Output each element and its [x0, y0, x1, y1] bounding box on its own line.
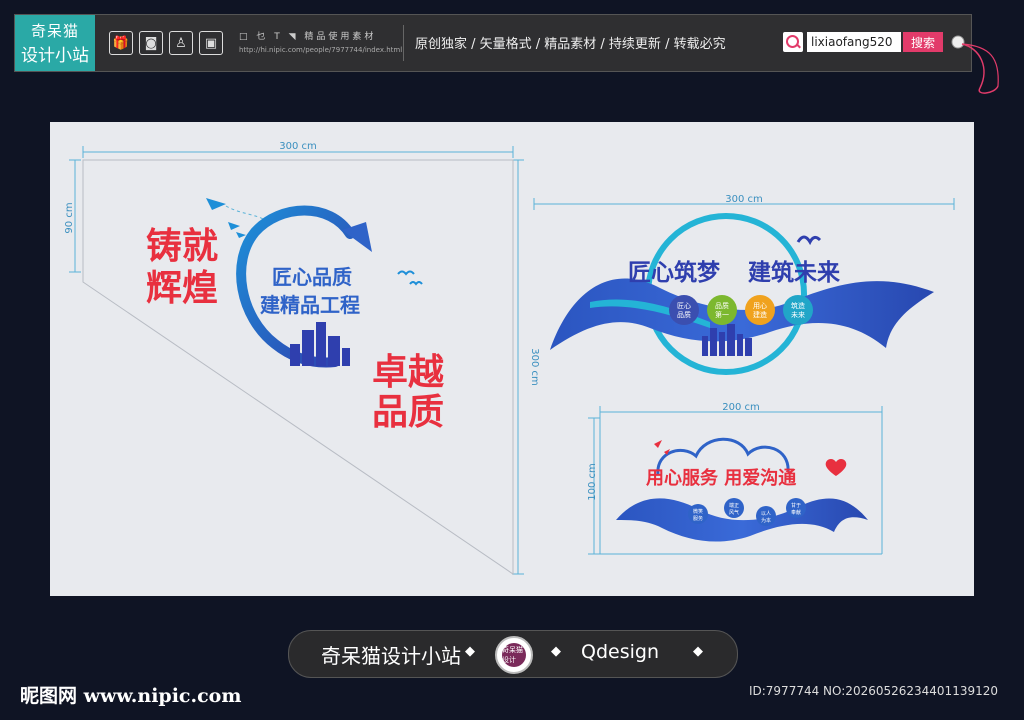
hang-tag-icon [951, 35, 999, 94]
brand-badge-icon: 奇呆猫设计 [495, 636, 533, 674]
pill-qdesign: Qdesign [581, 641, 659, 663]
diamond-icon: ◆ [693, 644, 703, 659]
panel2-badge-3-l2: 建造 [753, 310, 767, 319]
heart-icon [825, 459, 847, 476]
divider [403, 25, 404, 61]
panel2-badge-4-l1: 筑造 [791, 301, 805, 310]
design-artwork: 300 cm 90 cm 300 cm 铸就 辉煌 匠心品质 建精品工程 卓越 … [64, 141, 955, 575]
panel2-bird-icon [796, 235, 822, 246]
mini-label: □ 乜 T ◥ 精品使用素材 [239, 29, 376, 42]
panel3-badge-4-l2: 奉献 [791, 509, 801, 516]
logo-line1: 奇呆猫 [30, 22, 79, 40]
site-watermark[interactable]: 昵图网 www.nipic.com [20, 681, 241, 708]
slogan-left-2: 辉煌 [146, 268, 218, 309]
panel3-badge-3-l1: 以人 [761, 511, 771, 517]
panel1-height2-label: 300 cm [529, 348, 540, 386]
mini-glyphs: □ 乜 T ◥ [239, 32, 299, 42]
panel2-badge-1-l2: 品质 [677, 310, 691, 319]
brand-badge-text: 奇呆猫设计 [502, 643, 526, 667]
tool-icon-row: 🎁 ◙ ♙ ▣ [109, 31, 223, 55]
panel3-badge-3-l2: 为本 [761, 517, 771, 524]
camera-icon[interactable]: ◙ [139, 31, 163, 55]
panel1-width-label: 300 cm [279, 141, 317, 152]
design-canvas: 300 cm 90 cm 300 cm 铸就 辉煌 匠心品质 建精品工程 卓越 … [50, 122, 974, 596]
gift-icon[interactable]: 🎁 [109, 31, 133, 55]
pill-brand-name: 奇呆猫设计小站 [321, 644, 461, 668]
panel2-badge-1-l1: 匠心 [677, 302, 691, 310]
banner-slogan: 原创独家 / 矢量格式 / 精品素材 / 持续更新 / 转载必究 [415, 37, 726, 52]
diamond-icon: ◆ [465, 644, 475, 659]
panel3-width-label: 200 cm [722, 402, 760, 413]
circle-line1: 匠心品质 [272, 265, 352, 289]
panel2-title-b: 建筑未来 [748, 259, 841, 286]
search-button[interactable]: 搜索 [903, 32, 943, 52]
search-icon[interactable] [783, 32, 803, 52]
slogan-right-2: 品质 [372, 392, 444, 433]
mini-label-text: 精品使用素材 [304, 32, 377, 42]
panel2-badge-2-l2: 第一 [715, 310, 729, 319]
panel2-badge-2 [707, 295, 737, 325]
panel2-width-label: 300 cm [725, 194, 763, 205]
brand-pill: 奇呆猫设计小站 ◆ 奇呆猫设计 ◆ Qdesign ◆ [288, 630, 738, 678]
panel3-badge-2-l2: 风气 [729, 509, 739, 516]
panel3-badge-2-l1: 端正 [729, 502, 739, 509]
slogan-left-1: 铸就 [146, 226, 218, 267]
top-banner: 奇呆猫 设计小站 🎁 ◙ ♙ ▣ □ 乜 T ◥ 精品使用素材 http://h… [14, 14, 972, 72]
panel2-badge-4 [783, 295, 813, 325]
panel2-badge-1 [669, 295, 699, 325]
mini-url[interactable]: http://hi.nipic.com/people/7977744/index… [239, 46, 402, 54]
search-input[interactable] [807, 32, 901, 52]
bag-icon[interactable]: ▣ [199, 31, 223, 55]
panel3-height-label: 100 cm [587, 463, 598, 501]
logo-line2: 设计小站 [21, 46, 89, 66]
dress-icon[interactable]: ♙ [169, 31, 193, 55]
panel3-birds-icon [654, 440, 670, 455]
panel2-badge-4-l2: 未来 [791, 310, 805, 319]
panel3-badge-1-l2: 服务 [693, 515, 703, 522]
panel3-title: 用心服务 用爱沟通 [646, 467, 796, 489]
diamond-icon: ◆ [551, 644, 561, 659]
panel2-badge-3-l1: 用心 [753, 302, 767, 310]
image-id: ID:7977744 NO:20260526234401139120 [748, 684, 998, 698]
panel1-wall-outline [82, 159, 514, 575]
panel3-badge-4-l1: 甘于 [791, 502, 801, 509]
panel2-badge-2-l1: 品质 [715, 301, 729, 310]
panel1-height-label: 90 cm [64, 202, 75, 233]
panel2-badge-3 [745, 295, 775, 325]
circle-line2: 建精品工程 [260, 293, 360, 317]
slogan-right-1: 卓越 [372, 352, 445, 393]
panel2-title-a: 匠心筑梦 [628, 259, 721, 286]
site-logo[interactable]: 奇呆猫 设计小站 [15, 15, 95, 71]
panel3-badge-1-l1: 微笑 [693, 508, 703, 515]
